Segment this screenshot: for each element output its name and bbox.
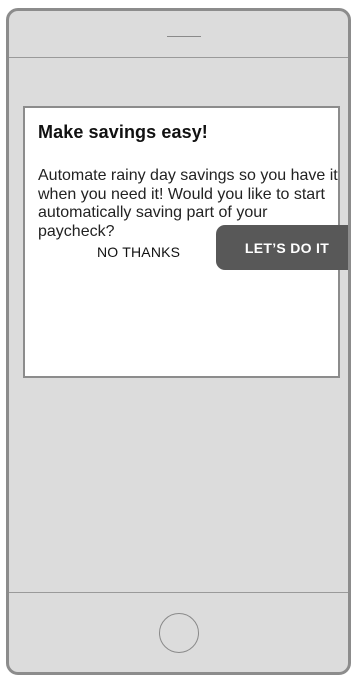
dialog-title: Make savings easy! [38,122,208,142]
bottom-bezel [9,592,348,672]
savings-dialog: Make savings easy! Automate rainy day sa… [23,106,348,378]
home-button-icon[interactable] [159,613,199,653]
no-thanks-button[interactable]: NO THANKS [97,233,180,271]
lets-do-it-button[interactable]: LET’S DO IT [216,225,348,270]
phone-frame: Make savings easy! Automate rainy day sa… [6,8,351,675]
speaker-slot-icon [167,36,201,37]
top-bezel [9,11,348,58]
